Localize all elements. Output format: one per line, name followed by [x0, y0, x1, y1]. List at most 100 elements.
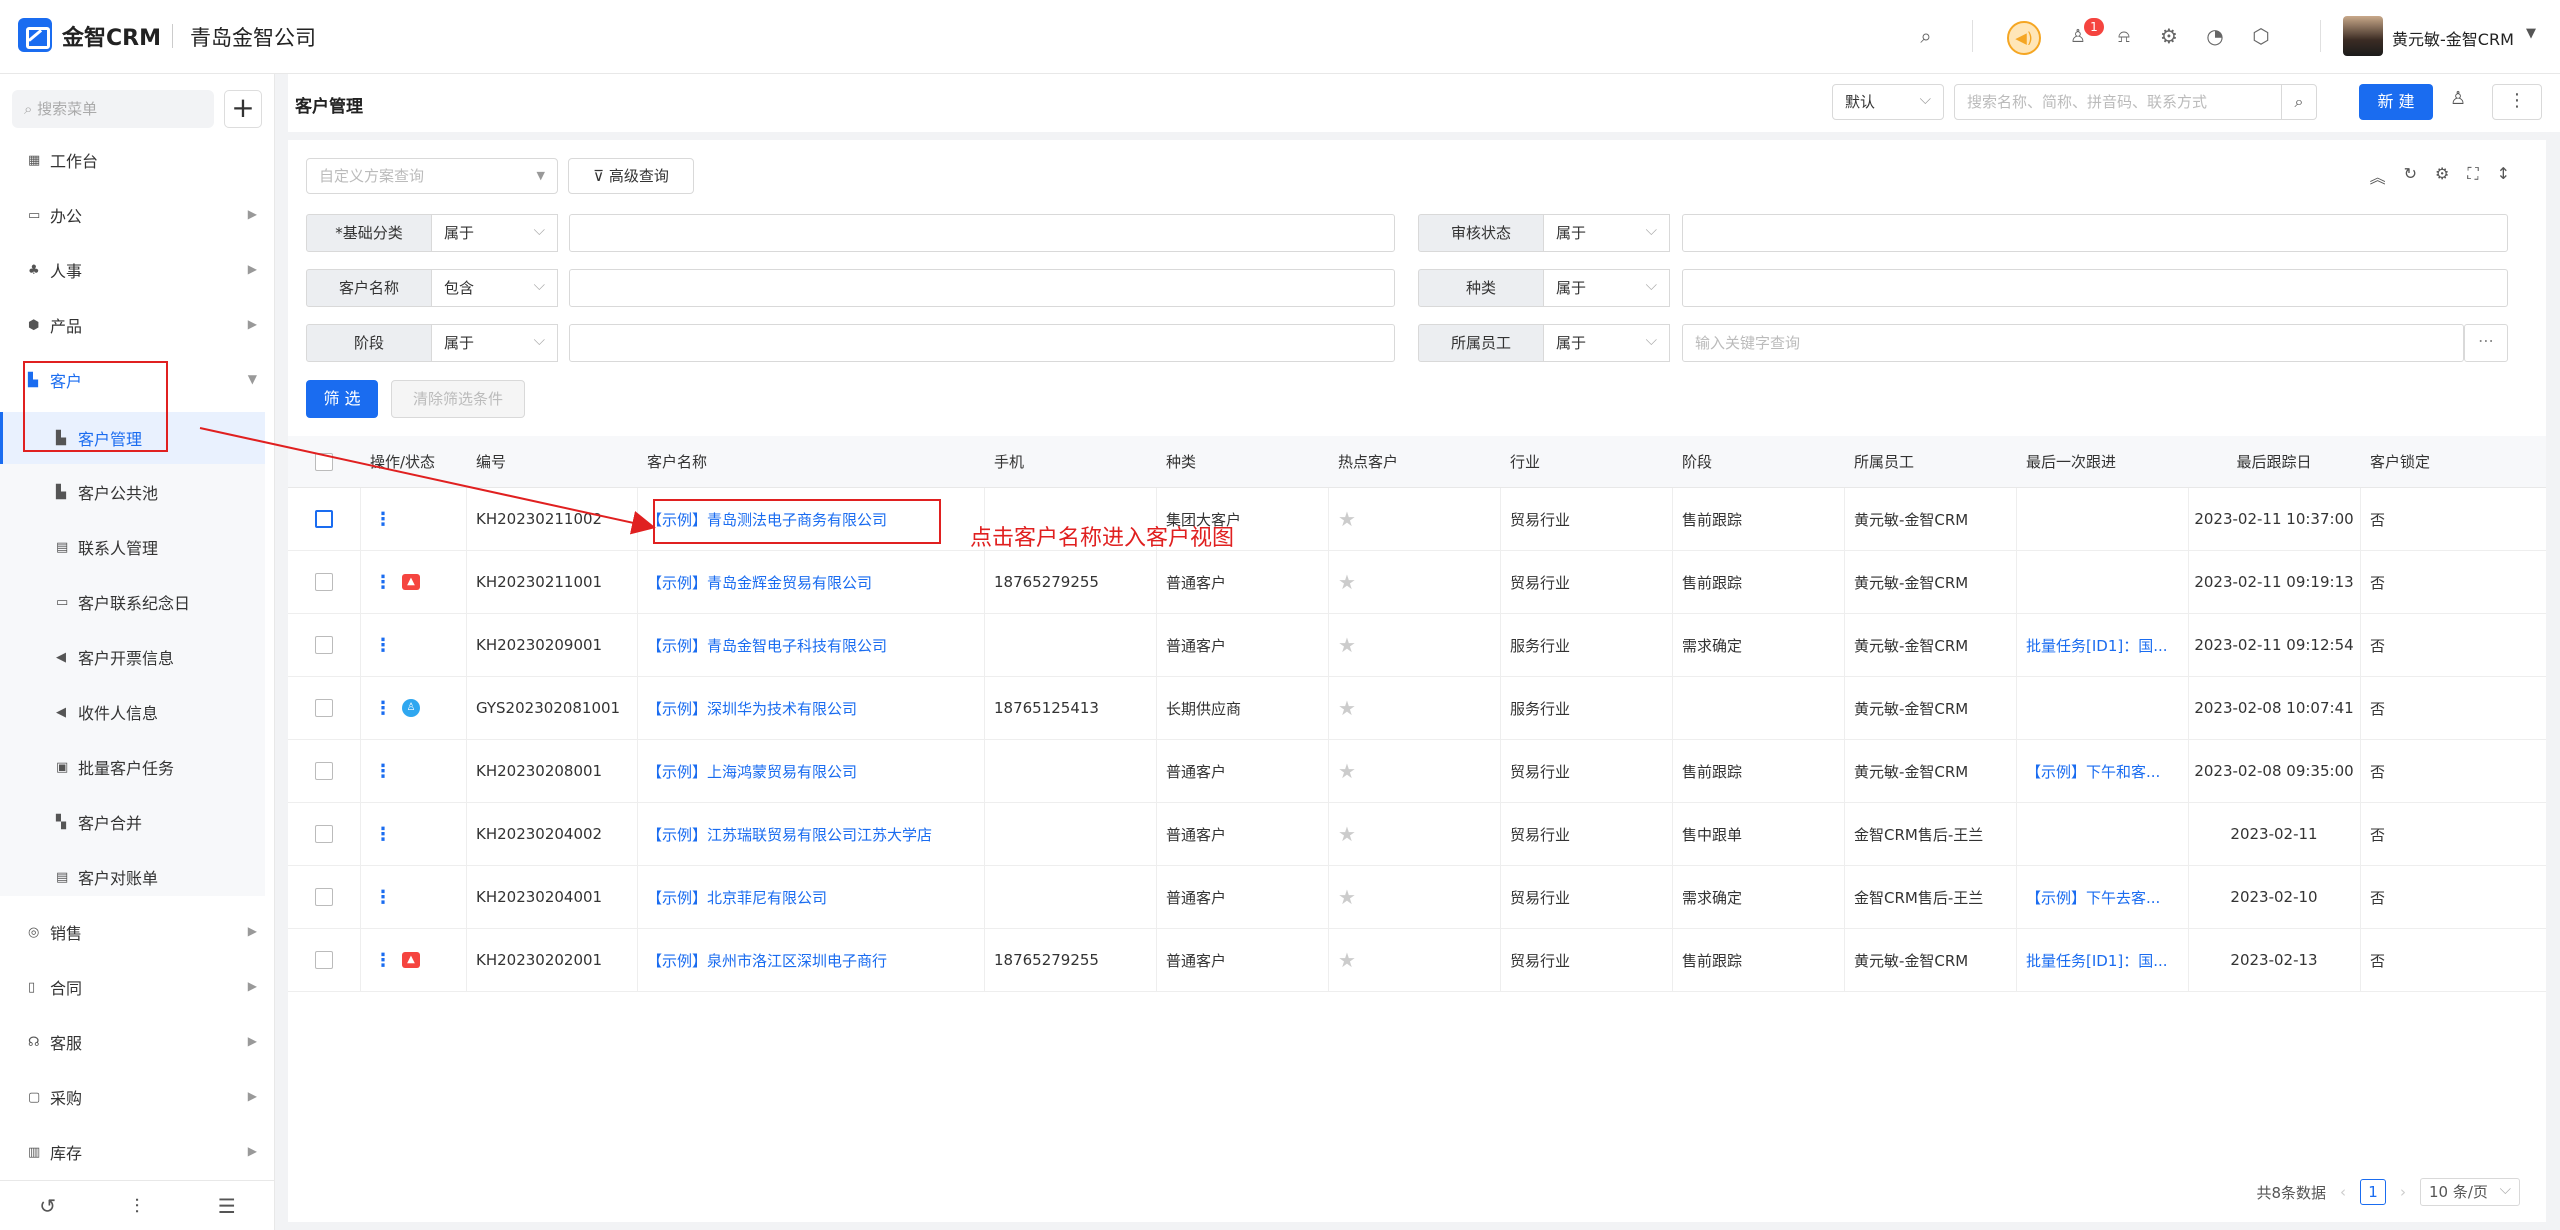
advanced-query-button[interactable]: ⊽ 高级查询	[568, 158, 694, 194]
hot-customer-star-icon[interactable]: ★	[1338, 507, 1356, 531]
last-followup-link[interactable]	[2016, 551, 2188, 613]
table-row[interactable]: ⋮ KH20230204002 【示例】江苏瑞联贸易有限公司江苏大学店 普通客户 ★ 贸易…	[288, 803, 2546, 866]
filter-value-input[interactable]	[569, 269, 1395, 307]
column-header[interactable]: 最后一次跟进	[2016, 436, 2188, 487]
owner-keyword-input[interactable]: 输入关键字查询	[1682, 324, 2464, 362]
table-row[interactable]: ⋮ KH20230209001 【示例】青岛金智电子科技有限公司 普通客户 ★ 服务行业 需…	[288, 614, 2546, 677]
gear-icon[interactable]: ⚙	[2155, 22, 2183, 50]
filter-operator-select[interactable]: 属于	[1544, 267, 1670, 307]
refresh-icon[interactable]: ↻	[2404, 164, 2417, 188]
custom-query-select[interactable]: 自定义方案查询	[306, 158, 558, 194]
settings-sliders-icon[interactable]: ⫶	[134, 1194, 139, 1218]
row-checkbox[interactable]	[315, 825, 333, 843]
customer-name-link[interactable]: 【示例】青岛金智电子科技有限公司	[637, 614, 984, 676]
row-actions-icon[interactable]: ⋮	[374, 887, 392, 908]
table-row[interactable]: ⋮ KH20230211002 【示例】青岛测法电子商务有限公司 集团大客户 ★ 贸易行业…	[288, 488, 2546, 551]
sidebar-item-contract[interactable]: ▯ 合同 ▶	[0, 961, 265, 1013]
filter-operator-select[interactable]: 属于	[432, 212, 558, 252]
filter-value-input[interactable]	[569, 324, 1395, 362]
customer-name-link[interactable]: 【示例】青岛金辉金贸易有限公司	[637, 551, 984, 613]
row-checkbox[interactable]	[315, 762, 333, 780]
filter-value-input[interactable]	[569, 214, 1395, 252]
company-name[interactable]: 青岛金智公司	[190, 22, 316, 52]
row-actions-icon[interactable]: ⋮	[374, 698, 392, 719]
menu-search-input[interactable]: ⌕ 搜索菜单	[12, 90, 214, 128]
view-select[interactable]: 默认	[1832, 82, 1944, 120]
table-row[interactable]: ⋮ KH20230208001 【示例】上海鸿蒙贸易有限公司 普通客户 ★ 贸易行业 售前跟…	[288, 740, 2546, 803]
last-followup-link[interactable]: 【示例】下午和客...	[2016, 740, 2188, 802]
table-row[interactable]: ⋮ ▲ KH20230202001 【示例】泉州市洛江区深圳电子商行 187652792…	[288, 929, 2546, 992]
column-header[interactable]: 所属员工	[1844, 436, 2016, 487]
row-actions-icon[interactable]: ⋮	[374, 572, 392, 593]
row-checkbox[interactable]	[315, 699, 333, 717]
customer-name-link[interactable]: 【示例】江苏瑞联贸易有限公司江苏大学店	[637, 803, 984, 865]
fullscreen-icon[interactable]: ⛶	[2467, 164, 2478, 188]
row-checkbox[interactable]	[315, 510, 333, 528]
hot-customer-star-icon[interactable]: ★	[1338, 759, 1356, 783]
row-actions-icon[interactable]: ⋮	[374, 509, 392, 530]
sidebar-item-anniversary[interactable]: ▭ 客户联系纪念日	[0, 576, 265, 628]
column-header[interactable]: 客户名称	[637, 436, 984, 487]
filter-button[interactable]: 筛 选	[306, 380, 378, 418]
hot-customer-star-icon[interactable]: ★	[1338, 822, 1356, 846]
sidebar-item-inventory[interactable]: ▥ 库存 ▶	[0, 1126, 265, 1178]
filter-value-input[interactable]	[1682, 269, 2508, 307]
hot-customer-star-icon[interactable]: ★	[1338, 633, 1356, 657]
cube-icon[interactable]: ⬡	[2247, 22, 2275, 50]
prev-page-icon[interactable]: ‹	[2340, 1183, 2346, 1201]
user-icon[interactable]: ♙	[2450, 88, 2466, 109]
select-all-checkbox[interactable]	[315, 452, 333, 471]
hot-customer-star-icon[interactable]: ★	[1338, 885, 1356, 909]
more-options-button[interactable]: ⋮	[2492, 84, 2542, 120]
sidebar-item-hr[interactable]: ♣ 人事 ▶	[0, 244, 265, 296]
new-button[interactable]: 新 建	[2359, 84, 2433, 120]
customer-name-link[interactable]: 【示例】泉州市洛江区深圳电子商行	[637, 929, 984, 991]
sidebar-item-contacts[interactable]: ▤ 联系人管理	[0, 521, 265, 573]
sidebar-item-office[interactable]: ▭ 办公 ▶	[0, 189, 265, 241]
row-checkbox[interactable]	[315, 573, 333, 591]
last-followup-link[interactable]: 批量任务[ID1]：国...	[2016, 929, 2188, 991]
filter-operator-select[interactable]: 属于	[432, 322, 558, 362]
search-input[interactable]: 搜索名称、简称、拼音码、联系方式	[1954, 84, 2282, 120]
last-followup-link[interactable]	[2016, 803, 2188, 865]
sidebar-item-product[interactable]: ⬢ 产品 ▶	[0, 299, 265, 351]
sidebar-item-service[interactable]: ☊ 客服 ▶	[0, 1016, 265, 1068]
filter-operator-select[interactable]: 包含	[432, 267, 558, 307]
customer-name-link[interactable]: 【示例】北京菲尼有限公司	[637, 866, 984, 928]
column-header[interactable]: 客户锁定	[2360, 436, 2532, 487]
last-followup-link[interactable]: 批量任务[ID1]：国...	[2016, 614, 2188, 676]
sidebar-item-invoice-info[interactable]: ◀ 客户开票信息	[0, 631, 265, 683]
row-actions-icon[interactable]: ⋮	[374, 950, 392, 971]
caret-down-icon[interactable]: ▼	[2526, 26, 2536, 41]
settings-icon[interactable]: ⚙	[2435, 164, 2449, 188]
announcement-icon[interactable]: ◀)	[2007, 21, 2041, 55]
page-size-select[interactable]: 10 条/页	[2420, 1176, 2520, 1206]
current-page-button[interactable]: 1	[2360, 1179, 2386, 1205]
avatar[interactable]	[2343, 16, 2383, 56]
sidebar-item-dashboard[interactable]: ▦ 工作台	[0, 134, 265, 186]
row-actions-icon[interactable]: ⋮	[374, 761, 392, 782]
collapse-menu-icon[interactable]: ☰	[218, 1194, 236, 1218]
bell-icon[interactable]: ⍾	[2110, 22, 2138, 50]
filter-operator-select[interactable]: 属于	[1544, 212, 1670, 252]
last-followup-link[interactable]: 【示例】下午去客...	[2016, 866, 2188, 928]
row-checkbox[interactable]	[315, 888, 333, 906]
sidebar-item-customer-pool[interactable]: ▙ 客户公共池	[0, 466, 265, 518]
expand-vertical-icon[interactable]: ↕	[2497, 164, 2510, 188]
column-header[interactable]: 行业	[1500, 436, 1672, 487]
clear-filter-button[interactable]: 清除筛选条件	[391, 380, 525, 418]
sidebar-item-recipient-info[interactable]: ◀ 收件人信息	[0, 686, 265, 738]
table-row[interactable]: ⋮ ♙ GYS202302081001 【示例】深圳华为技术有限公司 187651254…	[288, 677, 2546, 740]
next-page-icon[interactable]: ›	[2400, 1183, 2406, 1201]
last-followup-link[interactable]	[2016, 677, 2188, 739]
search-icon[interactable]: ⌕	[1912, 22, 1940, 50]
customer-name-link[interactable]: 【示例】上海鸿蒙贸易有限公司	[637, 740, 984, 802]
sidebar-item-customer-merge[interactable]: ▚ 客户合并	[0, 796, 265, 848]
sidebar-item-purchase[interactable]: ▢ 采购 ▶	[0, 1071, 265, 1123]
sidebar-item-batch-tasks[interactable]: ▣ 批量客户任务	[0, 741, 265, 793]
last-followup-link[interactable]	[2016, 488, 2188, 550]
row-actions-icon[interactable]: ⋮	[374, 635, 392, 656]
table-row[interactable]: ⋮ ▲ KH20230211001 【示例】青岛金辉金贸易有限公司 1876527925…	[288, 551, 2546, 614]
hot-customer-star-icon[interactable]: ★	[1338, 570, 1356, 594]
column-header[interactable]: 最后跟踪日	[2188, 436, 2360, 487]
